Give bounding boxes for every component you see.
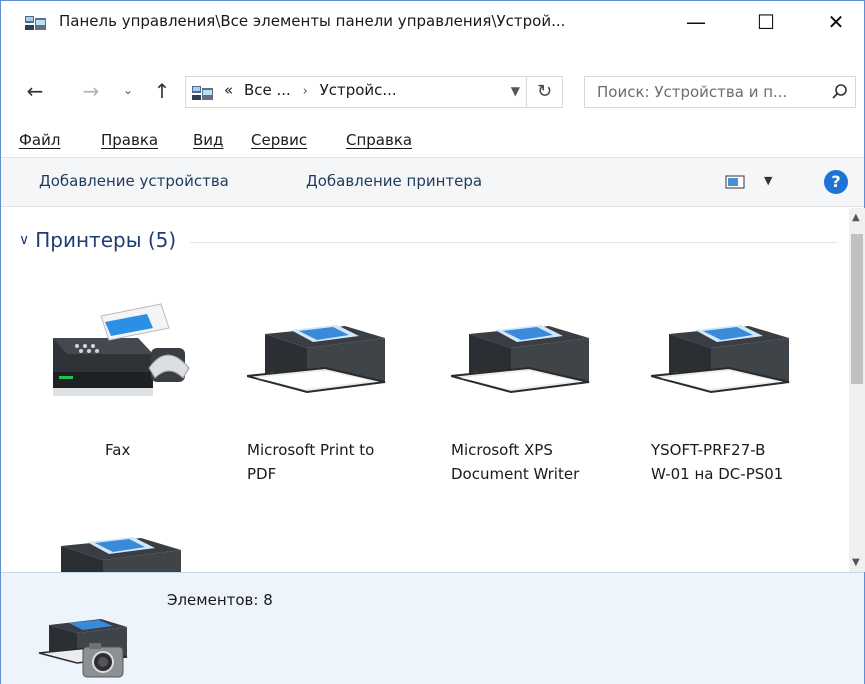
scroll-up-icon[interactable]: ▲ <box>852 212 860 223</box>
search-icon[interactable] <box>831 83 849 105</box>
breadcrumb: « Все ... › Устройс... <box>224 81 397 99</box>
menu-help[interactable]: Справка <box>346 131 412 149</box>
printer-icon <box>451 325 590 394</box>
menu-edit[interactable]: Правка <box>101 131 158 149</box>
device-label-line2: W-01 на DC-PS01 <box>651 465 784 483</box>
search-box[interactable]: Поиск: Устройства и п... <box>584 76 856 108</box>
command-bar: Добавление устройства Добавление принтер… <box>1 157 864 207</box>
add-printer-button[interactable]: Добавление принтера <box>306 172 482 190</box>
device-label-line1: Microsoft Print to <box>247 441 375 459</box>
title-bar: Панель управления\Все элементы панели уп… <box>1 1 864 43</box>
view-options-chevron-icon[interactable]: ▼ <box>764 174 772 187</box>
breadcrumb-separator-icon[interactable]: › <box>303 84 308 99</box>
group-divider <box>190 241 837 243</box>
breadcrumb-item-all[interactable]: Все ... <box>244 81 291 99</box>
devices-and-printers-window: Панель управления\Все элементы панели уп… <box>0 0 865 684</box>
printer-icon <box>61 537 181 572</box>
back-arrow-icon[interactable]: ← <box>22 79 48 103</box>
device-label-line1: YSOFT-PRF27-B <box>651 441 766 459</box>
device-item-microsoft-xps-document-writer[interactable]: Microsoft XPS Document Writer <box>451 296 621 486</box>
navigation-bar: ← → ⌄ ↑ « Все ... › Устройс... ▼ ↻ Поиск… <box>1 73 864 111</box>
control-panel-icon <box>192 85 214 105</box>
item-count: Элементов: 8 <box>167 591 273 609</box>
device-label-line1: Microsoft XPS <box>451 441 553 459</box>
close-button[interactable]: ✕ <box>807 1 865 43</box>
refresh-button[interactable]: ↻ <box>527 76 563 108</box>
menu-tools[interactable]: Сервис <box>251 131 307 149</box>
device-label: YSOFT-PRF27-B W-01 на DC-PS01 <box>651 438 783 486</box>
device-item-ysoft-printer[interactable]: YSOFT-PRF27-B W-01 на DC-PS01 <box>651 296 821 486</box>
scroll-down-icon[interactable]: ▼ <box>852 557 860 568</box>
recent-locations-chevron-icon[interactable]: ⌄ <box>115 83 141 97</box>
refresh-icon: ↻ <box>536 81 553 102</box>
maximize-icon: ☐ <box>757 10 775 34</box>
printer-camera-icon <box>38 619 128 678</box>
scrollbar-thumb[interactable] <box>851 234 863 384</box>
forward-arrow-icon[interactable]: → <box>78 79 104 103</box>
help-icon[interactable]: ? <box>824 170 848 194</box>
group-title: Принтеры (5) <box>35 228 177 252</box>
device-label-line2: PDF <box>247 465 277 483</box>
details-pane: Элементов: 8 <box>1 572 864 684</box>
menu-view[interactable]: Вид <box>193 131 223 149</box>
device-label: Fax <box>105 441 131 459</box>
fax-icon <box>53 303 190 396</box>
window-title: Панель управления\Все элементы панели уп… <box>59 12 566 30</box>
breadcrumb-item-devices[interactable]: Устройс... <box>320 81 397 99</box>
breadcrumb-overflow[interactable]: « <box>224 81 233 99</box>
control-panel-icon <box>25 15 47 35</box>
minimize-icon: — <box>686 10 706 34</box>
add-device-button[interactable]: Добавление устройства <box>39 172 229 190</box>
device-label: Microsoft Print to PDF <box>247 438 374 486</box>
menu-file[interactable]: Файл <box>19 131 60 149</box>
printers-group-header[interactable]: ∨ Принтеры (5) <box>19 228 837 252</box>
maximize-button[interactable]: ☐ <box>737 1 795 43</box>
address-dropdown-icon[interactable]: ▼ <box>511 84 520 98</box>
device-item-microsoft-print-to-pdf[interactable]: Microsoft Print to PDF <box>247 296 417 486</box>
printer-icon <box>651 325 790 394</box>
printer-icon <box>247 325 386 394</box>
collapse-chevron-icon[interactable]: ∨ <box>19 232 29 248</box>
device-item-printer-5[interactable] <box>43 508 213 572</box>
device-label: Microsoft XPS Document Writer <box>451 438 579 486</box>
device-item-fax[interactable]: Fax <box>43 296 213 476</box>
devices-content-area: ∨ Принтеры (5) Fax Microsoft Print to PD… <box>1 208 849 572</box>
vertical-scrollbar[interactable]: ▲ ▼ <box>849 208 865 572</box>
change-view-icon[interactable] <box>725 174 745 194</box>
address-bar[interactable]: « Все ... › Устройс... ▼ <box>185 76 527 108</box>
menu-bar: Файл Правка Вид Сервис Справка <box>1 127 864 155</box>
minimize-button[interactable]: — <box>667 1 725 43</box>
up-arrow-icon[interactable]: ↑ <box>149 79 175 103</box>
search-input[interactable]: Поиск: Устройства и п... <box>597 83 787 101</box>
device-label-line2: Document Writer <box>451 465 580 483</box>
close-icon: ✕ <box>827 10 845 34</box>
